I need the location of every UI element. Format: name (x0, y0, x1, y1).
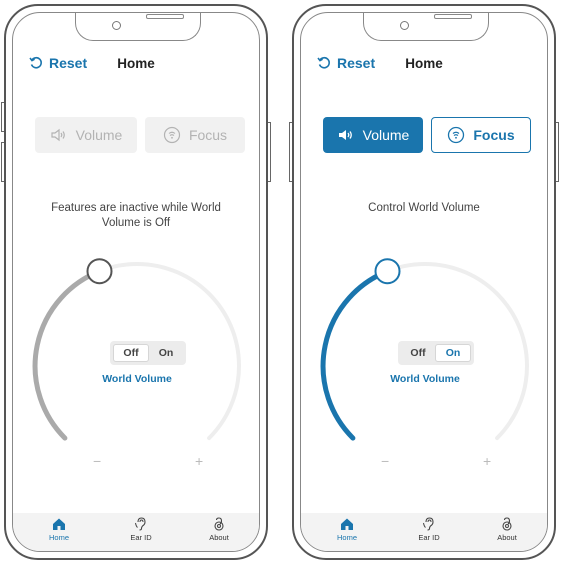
notch (75, 13, 201, 41)
about-icon (502, 517, 512, 531)
tab-home[interactable]: Home (317, 517, 377, 542)
page-title: Home (405, 56, 443, 71)
increase-volume-button[interactable]: + (195, 453, 203, 469)
status-message: Features are inactive while World Volume… (51, 202, 221, 229)
tab-home-label: Home (336, 533, 357, 542)
toggle-off-option[interactable]: Off (113, 344, 149, 362)
focus-mode-label: Focus (188, 127, 228, 143)
screen: Reset Home Volume Focus Features are ina… (12, 12, 260, 552)
tab-ear-id[interactable]: Ear ID (111, 517, 171, 542)
toggle-on-option[interactable]: On (149, 344, 183, 362)
volume-mode-label: Volume (362, 127, 410, 143)
ear-icon (423, 517, 434, 531)
dial-label: World Volume (390, 373, 460, 385)
about-icon (214, 517, 224, 531)
mode-selector: Volume Focus (301, 117, 547, 157)
home-icon (53, 518, 65, 530)
page-title: Home (117, 56, 155, 71)
camera (112, 21, 121, 30)
dial-label: World Volume (102, 373, 172, 385)
world-volume-dial: Off On World Volume − + (13, 239, 259, 479)
screen: Reset Home Volume Focus Control World Vo… (300, 12, 548, 552)
tab-about[interactable]: About (477, 517, 537, 542)
tab-ear-id-label: Ear ID (130, 533, 152, 542)
ear-icon (135, 517, 146, 531)
world-volume-toggle[interactable]: Off On (110, 341, 186, 365)
focus-mode-button[interactable]: Focus (145, 117, 245, 153)
dial-level-arc (320, 268, 390, 441)
focus-mode-button[interactable]: Focus (431, 117, 531, 153)
status-message: Control World Volume (368, 202, 480, 214)
tab-home-label: Home (48, 533, 69, 542)
tab-about-label: About (497, 533, 517, 542)
home-icon (341, 518, 353, 530)
volume-mode-label: Volume (75, 127, 123, 143)
tab-ear-id-label: Ear ID (418, 533, 440, 542)
tab-bar: Home Ear ID About (301, 513, 547, 551)
tab-bar: Home Ear ID About (13, 513, 259, 551)
increase-volume-button[interactable]: + (483, 453, 491, 469)
tab-ear-id[interactable]: Ear ID (399, 517, 459, 542)
focus-icon (448, 126, 465, 144)
toggle-on-option[interactable]: On (435, 344, 471, 362)
phone-off-state: Reset Home Volume Focus Features are ina… (1, 4, 271, 560)
app-header: Reset Home (13, 53, 259, 77)
tab-home[interactable]: Home (29, 517, 89, 542)
camera (400, 21, 409, 30)
volume-mode-button[interactable]: Volume (35, 117, 137, 153)
toggle-off-option[interactable]: Off (401, 344, 435, 362)
speaker-icon (51, 128, 65, 142)
app-header: Reset Home (301, 53, 547, 77)
focus-icon (163, 126, 181, 144)
speaker (434, 14, 472, 19)
dial-knob[interactable] (374, 258, 401, 285)
tab-about-label: About (209, 533, 229, 542)
decrease-volume-button[interactable]: − (93, 453, 101, 469)
decrease-volume-button[interactable]: − (381, 453, 389, 469)
mode-selector: Volume Focus (13, 117, 259, 157)
world-volume-toggle[interactable]: Off On (398, 341, 474, 365)
speaker-icon (338, 130, 352, 140)
tab-about[interactable]: About (189, 517, 249, 542)
world-volume-dial: Off On World Volume − + (301, 239, 547, 479)
speaker (146, 14, 184, 19)
volume-mode-button[interactable]: Volume (323, 117, 423, 153)
notch (363, 13, 489, 41)
focus-mode-label: Focus (473, 127, 515, 143)
dial-knob[interactable] (86, 258, 113, 285)
dial-level-arc (32, 268, 102, 441)
phone-on-state: Reset Home Volume Focus Control World Vo… (289, 4, 559, 560)
